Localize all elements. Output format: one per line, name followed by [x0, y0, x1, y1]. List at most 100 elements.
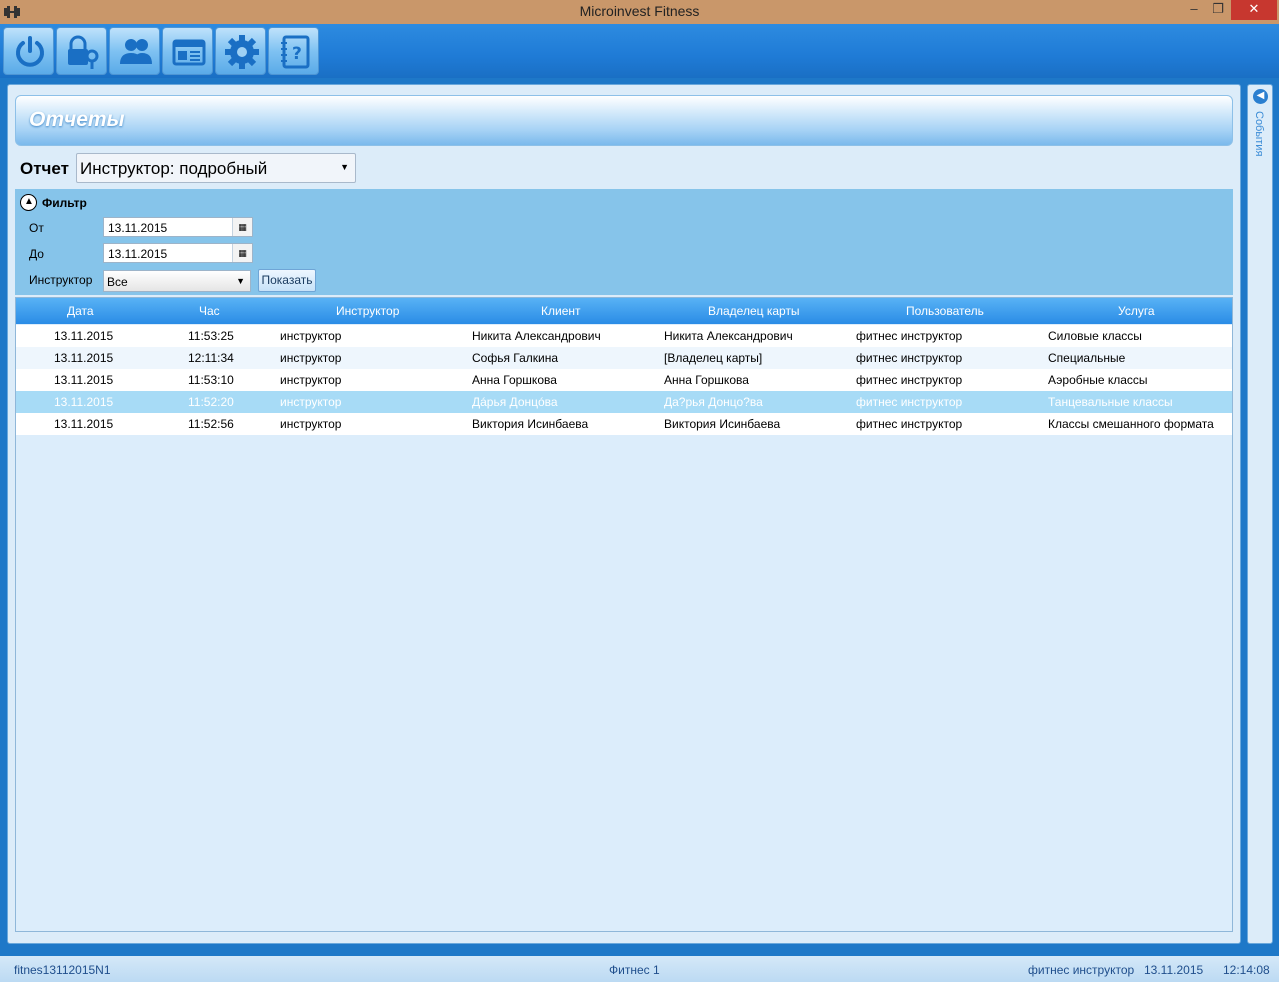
cell-card-owner: Анна Горшкова — [664, 373, 749, 387]
cell-service: Классы смешанного формата — [1048, 417, 1214, 431]
status-time: 12:14:08 — [1223, 963, 1270, 977]
table-row[interactable]: 13.11.2015 11:53:25 инструктор Никита Ал… — [16, 325, 1232, 347]
cell-time: 11:53:25 — [188, 329, 234, 343]
cell-user: фитнес инструктор — [856, 329, 963, 343]
instructor-label: Инструктор — [29, 273, 93, 287]
gear-icon — [225, 35, 259, 69]
cards-icon — [172, 39, 206, 66]
cell-card-owner: Виктория Исинбаева — [664, 417, 781, 431]
to-date-field[interactable]: 13.11.2015 ▦ — [103, 243, 253, 263]
report-type-select[interactable]: Инструктор: подробный ▼ — [76, 153, 356, 183]
column-header-user[interactable]: Пользователь — [906, 304, 984, 318]
help-book-icon: ? — [281, 35, 310, 69]
cell-time: 12:11:34 — [188, 351, 234, 365]
report-label: Отчет — [20, 159, 69, 178]
lock-key-icon — [68, 35, 99, 69]
cell-user: фитнес инструктор — [856, 395, 963, 409]
cell-date: 13.11.2015 — [54, 395, 114, 409]
show-button[interactable]: Показать — [258, 269, 316, 292]
cell-service: Аэробные классы — [1048, 373, 1148, 387]
reports-panel: Отчеты Отчет Инструктор: подробный ▼ ▲ Ф… — [7, 84, 1241, 944]
cell-card-owner: Никита Александрович — [664, 329, 793, 343]
column-header-card-owner[interactable]: Владелец карты — [708, 304, 800, 318]
calendar-icon[interactable]: ▦ — [232, 218, 252, 236]
instructor-value: Все — [107, 275, 128, 289]
filter-panel: ▲ Фильтр От 13.11.2015 ▦ До 13.11.2015 ▦… — [15, 189, 1233, 295]
status-user: фитнес инструктор — [1028, 963, 1135, 977]
status-object: Фитнес 1 — [609, 963, 660, 977]
cell-user: фитнес инструктор — [856, 351, 963, 365]
cell-time: 11:52:56 — [188, 417, 234, 431]
filter-collapse-toggle[interactable]: ▲ — [20, 194, 37, 211]
to-label: До — [29, 247, 44, 261]
cards-button[interactable] — [162, 27, 213, 75]
power-icon — [16, 36, 44, 67]
chevron-down-icon: ▼ — [340, 162, 349, 172]
cell-instructor: инструктор — [280, 351, 342, 365]
cell-time: 11:53:10 — [188, 373, 234, 387]
table-row-selected[interactable]: 13.11.2015 11:52:20 инструктор Дáрья Дон… — [16, 391, 1232, 413]
cell-user: фитнес инструктор — [856, 373, 963, 387]
chevron-down-icon: ▼ — [236, 276, 245, 286]
cell-user: фитнес инструктор — [856, 417, 963, 431]
status-bar: fitnes13112015N1 Фитнес 1 фитнес инструк… — [0, 956, 1279, 982]
column-header-instructor[interactable]: Инструктор — [336, 304, 399, 318]
filter-title: Фильтр — [42, 196, 87, 210]
cell-instructor: инструктор — [280, 373, 342, 387]
cell-date: 13.11.2015 — [54, 329, 114, 343]
cell-client: Софья Галкина — [472, 351, 559, 365]
settings-button[interactable] — [215, 27, 266, 75]
clients-button[interactable] — [109, 27, 160, 75]
cell-instructor: инструктор — [280, 417, 342, 431]
cell-client: Дáрья Донцóва — [472, 395, 558, 409]
table-row[interactable]: 13.11.2015 12:11:34 инструктор Софья Гал… — [16, 347, 1232, 369]
main-toolbar: ? — [0, 24, 1279, 78]
cell-instructor: инструктор — [280, 395, 342, 409]
users-icon — [120, 39, 152, 64]
from-date-value: 13.11.2015 — [108, 221, 168, 235]
power-button[interactable] — [3, 27, 54, 75]
cell-date: 13.11.2015 — [54, 373, 114, 387]
cell-date: 13.11.2015 — [54, 351, 114, 365]
column-header-date[interactable]: Дата — [67, 304, 94, 318]
column-header-time[interactable]: Час — [199, 304, 220, 318]
close-button[interactable]: ✕ — [1231, 0, 1277, 20]
events-panel-label[interactable]: События — [1253, 111, 1265, 156]
instructor-select[interactable]: Все ▼ — [103, 270, 251, 292]
page-header: Отчеты — [15, 95, 1233, 146]
cell-client: Виктория Исинбаева — [472, 417, 589, 431]
column-header-service[interactable]: Услуга — [1118, 304, 1155, 318]
help-button[interactable]: ? — [268, 27, 319, 75]
calendar-icon[interactable]: ▦ — [232, 244, 252, 262]
maximize-button[interactable]: ❐ — [1204, 0, 1232, 20]
report-grid: Дата Час Инструктор Клиент Владелец карт… — [15, 297, 1233, 932]
chevron-left-icon[interactable]: ◀ — [1253, 89, 1268, 104]
window-title: Microinvest Fitness — [579, 3, 700, 19]
from-date-field[interactable]: 13.11.2015 ▦ — [103, 217, 253, 237]
column-header-client[interactable]: Клиент — [541, 304, 581, 318]
chevron-up-icon: ▲ — [24, 196, 34, 207]
cell-card-owner: [Владелец карты] — [664, 351, 763, 365]
cell-service: Специальные — [1048, 351, 1126, 365]
page-title: Отчеты — [29, 108, 125, 131]
table-row[interactable]: 13.11.2015 11:52:56 инструктор Виктория … — [16, 413, 1232, 435]
cell-service: Силовые классы — [1048, 329, 1142, 343]
from-label: От — [29, 221, 44, 235]
cell-client: Никита Александрович — [472, 329, 601, 343]
grid-header: Дата Час Инструктор Клиент Владелец карт… — [16, 298, 1232, 324]
title-bar: Microinvest Fitness ‒ ❐ ✕ — [0, 0, 1279, 24]
cell-client: Анна Горшкова — [472, 373, 557, 387]
cell-instructor: инструктор — [280, 329, 342, 343]
status-database: fitnes13112015N1 — [14, 963, 111, 977]
events-side-panel[interactable]: ◀ События — [1247, 84, 1273, 944]
cell-card-owner: Да?рья Донцо?ва — [664, 395, 763, 409]
cell-service: Танцевальные классы — [1048, 395, 1173, 409]
svg-text:?: ? — [292, 44, 302, 64]
cell-time: 11:52:20 — [188, 395, 234, 409]
report-type-value: Инструктор: подробный — [80, 159, 268, 178]
cell-date: 13.11.2015 — [54, 417, 114, 431]
security-button[interactable] — [56, 27, 107, 75]
to-date-value: 13.11.2015 — [108, 247, 168, 261]
table-row[interactable]: 13.11.2015 11:53:10 инструктор Анна Горш… — [16, 369, 1232, 391]
status-date: 13.11.2015 — [1144, 963, 1204, 977]
